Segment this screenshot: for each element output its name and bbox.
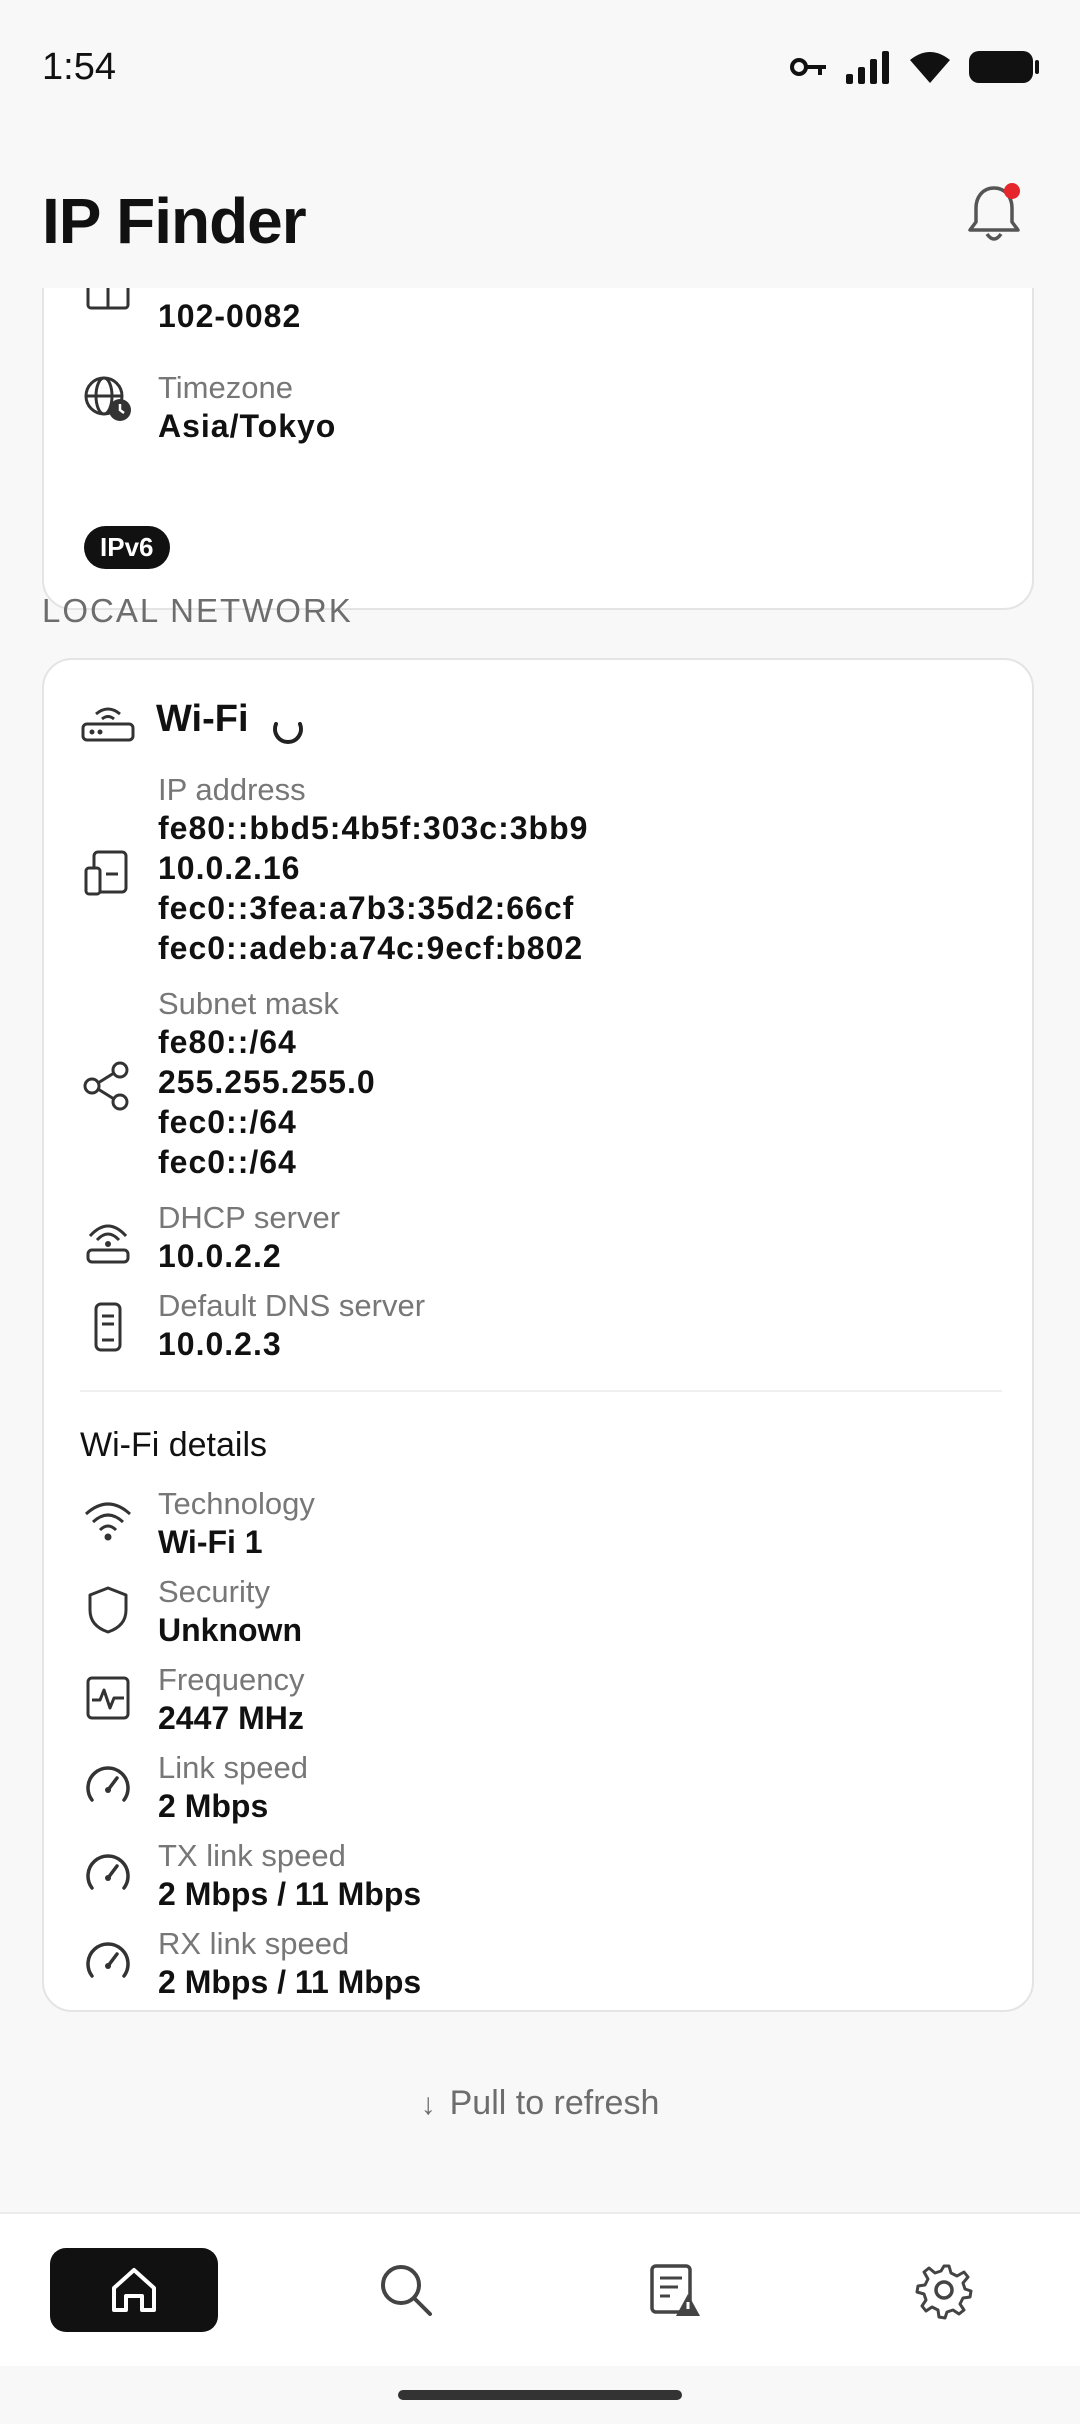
- wifi-icon: [84, 1502, 132, 1541]
- vpn-key-icon: [790, 58, 826, 76]
- report-icon: [650, 2264, 700, 2316]
- server-icon: [94, 1302, 122, 1352]
- frequency-value: 2447 MHz: [158, 1700, 304, 1736]
- subnet-mask-value-1: fe80::/64: [158, 1024, 297, 1060]
- speedometer-icon: [86, 1766, 130, 1802]
- dns-server-label: Default DNS server: [158, 1288, 426, 1323]
- network-nodes-icon: [83, 1061, 129, 1111]
- signal-icon: [846, 51, 889, 84]
- pull-to-refresh-label: Pull to refresh: [449, 2084, 660, 2122]
- security-value: Unknown: [158, 1612, 302, 1648]
- rx-link-speed-label: RX link speed: [158, 1926, 350, 1961]
- subnet-mask-value-3: fec0::/64: [158, 1104, 297, 1140]
- dhcp-router-icon: [86, 1224, 130, 1264]
- home-icon: [112, 2268, 156, 2312]
- status-icons: [790, 50, 1040, 84]
- ip-address-value-3: fec0::3fea:a7b3:35d2:66cf: [158, 890, 575, 926]
- ip-address-value-1: fe80::bbd5:4b5f:303c:3bb9: [158, 810, 589, 846]
- link-speed-label: Link speed: [158, 1750, 308, 1785]
- wifi-title: Wi-Fi: [156, 698, 249, 740]
- pulse-monitor-icon: [86, 1676, 130, 1720]
- shield-icon: [88, 1586, 128, 1634]
- battery-icon: [969, 51, 1039, 83]
- link-speed-value: 2 Mbps: [158, 1788, 269, 1824]
- dns-server-value: 10.0.2.3: [158, 1326, 282, 1362]
- rx-link-speed-value: 2 Mbps / 11 Mbps: [158, 1964, 422, 2000]
- timezone-value: Asia/Tokyo: [158, 408, 337, 444]
- dhcp-server-value: 10.0.2.2: [158, 1238, 282, 1274]
- ip-address-label: IP address: [158, 772, 306, 807]
- wifi-status-icon: [910, 52, 950, 83]
- globe-clock-icon: [84, 376, 131, 421]
- arrow-down-icon: ↓: [420, 2088, 436, 2121]
- notification-dot: [1004, 183, 1020, 199]
- ip-version-badge: IPv6: [84, 526, 170, 569]
- ip-address-value-4: fec0::adeb:a74c:9ecf:b802: [158, 930, 584, 966]
- content-scroll[interactable]: 102-0082 Timezone Asia/Tokyo IPv6 LOCAL …: [0, 288, 1080, 2212]
- timezone-label: Timezone: [158, 370, 293, 405]
- public-ip-card: 102-0082 Timezone Asia/Tokyo IPv6: [42, 288, 1034, 610]
- nav-reports[interactable]: [590, 2248, 758, 2332]
- bell-icon: [968, 183, 1020, 241]
- home-indicator[interactable]: [398, 2390, 682, 2400]
- tx-link-speed-value: 2 Mbps / 11 Mbps: [158, 1876, 422, 1912]
- speedometer-icon: [86, 1854, 130, 1890]
- nav-settings[interactable]: [860, 2248, 1028, 2332]
- wifi-card: Wi-Fi IP address fe80::bbd5:4b5f:303c:3b…: [42, 658, 1034, 2012]
- subnet-mask-label: Subnet mask: [158, 986, 339, 1021]
- tx-link-speed-label: TX link speed: [158, 1838, 346, 1873]
- pull-to-refresh-hint: ↓ Pull to refresh: [0, 2084, 1080, 2123]
- status-bar: 1:54: [0, 0, 1080, 140]
- technology-label: Technology: [158, 1486, 315, 1521]
- notifications-button[interactable]: [964, 182, 1024, 246]
- search-icon: [381, 2265, 432, 2316]
- nav-search[interactable]: [322, 2248, 490, 2332]
- ip-address-value-2: 10.0.2.16: [158, 850, 301, 886]
- security-label: Security: [158, 1574, 270, 1609]
- gear-icon: [915, 2264, 973, 2320]
- section-label-local-network: LOCAL NETWORK: [42, 592, 353, 629]
- app-header: IP Finder: [0, 140, 1080, 288]
- technology-value: Wi-Fi 1: [158, 1524, 263, 1560]
- postal-code-value: 102-0082: [158, 298, 302, 334]
- dhcp-server-label: DHCP server: [158, 1200, 341, 1235]
- bottom-navigation: [0, 2212, 1080, 2366]
- page-title: IP Finder: [42, 185, 307, 257]
- status-time: 1:54: [42, 46, 116, 88]
- subnet-mask-value-4: fec0::/64: [158, 1144, 297, 1180]
- loading-spinner-icon: [273, 722, 303, 744]
- wifi-details-heading: Wi-Fi details: [80, 1426, 268, 1464]
- router-icon: [81, 707, 135, 742]
- subnet-mask-value-2: 255.255.255.0: [158, 1064, 376, 1100]
- mailbox-icon: [86, 288, 130, 310]
- frequency-label: Frequency: [158, 1662, 305, 1697]
- nav-home[interactable]: [50, 2248, 218, 2332]
- speedometer-icon: [86, 1942, 130, 1978]
- devices-icon: [84, 850, 128, 896]
- card-divider: [80, 1390, 1002, 1392]
